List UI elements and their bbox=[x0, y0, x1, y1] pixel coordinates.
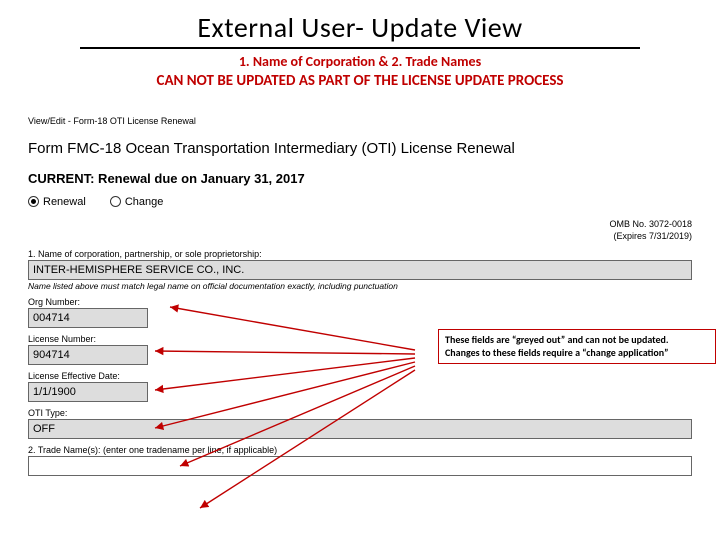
current-renewal-line: CURRENT: Renewal due on January 31, 2017 bbox=[28, 171, 692, 186]
field-org-value: 004714 bbox=[28, 308, 148, 328]
field-name-helper: Name listed above must match legal name … bbox=[28, 281, 692, 291]
form-header: Form FMC-18 Ocean Transportation Interme… bbox=[28, 140, 692, 157]
field-otitype-value: OFF bbox=[28, 419, 692, 439]
radio-row: Renewal Change bbox=[28, 196, 692, 208]
form-area: View/Edit - Form-18 OTI License Renewal … bbox=[28, 116, 692, 476]
subtitle-line-1: 1. Name of Corporation & 2. Trade Names bbox=[0, 53, 720, 70]
field-otitype-label: OTI Type: bbox=[28, 408, 692, 418]
omb-block: OMB No. 3072-0018 (Expires 7/31/2019) bbox=[28, 218, 692, 243]
radio-change[interactable]: Change bbox=[110, 196, 164, 208]
radio-change-label: Change bbox=[125, 196, 164, 208]
field-license-value: 904714 bbox=[28, 345, 148, 365]
subtitle-line-2: CAN NOT BE UPDATED AS PART OF THE LICENS… bbox=[0, 72, 720, 90]
radio-dot-icon bbox=[110, 196, 121, 207]
field-org-label: Org Number: bbox=[28, 297, 692, 307]
radio-dot-selected-icon bbox=[28, 196, 39, 207]
callout-line-2: Changes to these fields require a “chang… bbox=[445, 347, 709, 360]
callout-box: These fields are “greyed out” and can no… bbox=[438, 329, 716, 364]
field-effdate-value: 1/1/1900 bbox=[28, 382, 148, 402]
field-trade-value[interactable] bbox=[28, 456, 692, 476]
page-title: External User- Update View bbox=[0, 10, 720, 45]
radio-renewal-label: Renewal bbox=[43, 196, 86, 208]
callout-line-1: These fields are “greyed out” and can no… bbox=[445, 334, 709, 347]
field-name-label: 1. Name of corporation, partnership, or … bbox=[28, 249, 692, 259]
breadcrumb: View/Edit - Form-18 OTI License Renewal bbox=[28, 116, 692, 126]
title-underline bbox=[80, 47, 640, 49]
field-name-value: INTER-HEMISPHERE SERVICE CO., INC. bbox=[28, 260, 692, 280]
field-effdate-label: License Effective Date: bbox=[28, 371, 692, 381]
omb-expires: (Expires 7/31/2019) bbox=[28, 230, 692, 243]
field-trade-label: 2. Trade Name(s): (enter one tradename p… bbox=[28, 445, 692, 455]
radio-renewal[interactable]: Renewal bbox=[28, 196, 86, 208]
omb-number: OMB No. 3072-0018 bbox=[28, 218, 692, 231]
